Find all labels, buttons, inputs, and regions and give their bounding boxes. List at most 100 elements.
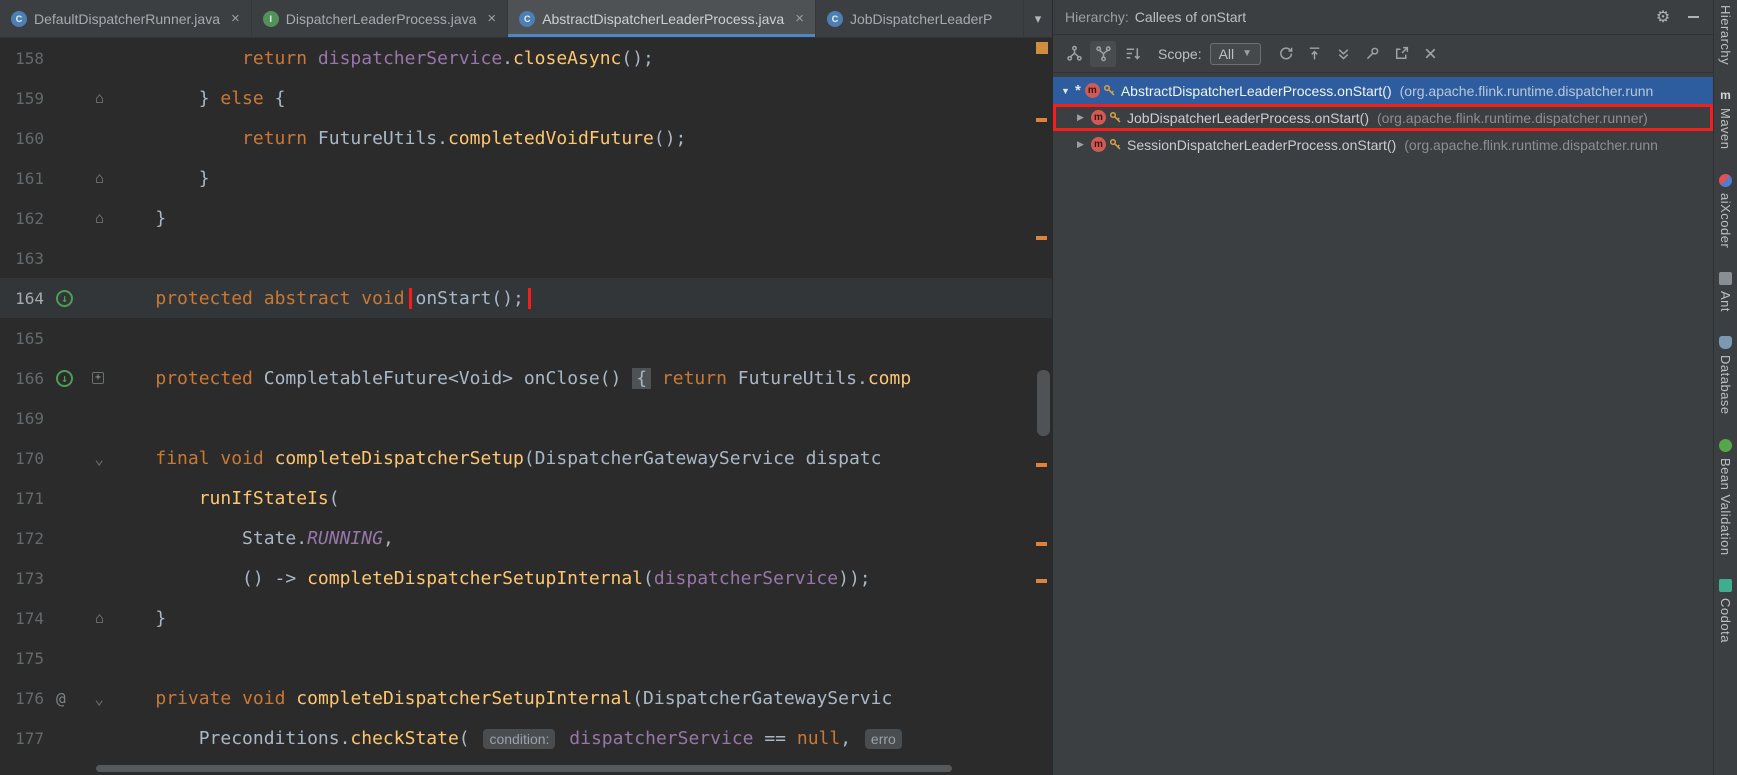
caller-hierarchy-icon[interactable] (1061, 41, 1087, 67)
line-number: 173 (15, 568, 44, 588)
editor-pane: C DefaultDispatcherRunner.java × I Dispatche… (0, 0, 1053, 775)
code-token: { (263, 87, 286, 109)
refresh-icon[interactable] (1272, 41, 1298, 67)
editor-tab[interactable]: C JobDispatcherLeaderP (816, 0, 1024, 37)
fold-end-icon[interactable]: ⌂ (95, 89, 104, 107)
code-token: . (502, 47, 513, 69)
jump-to-source-icon[interactable] (1301, 41, 1327, 67)
editor-tabbar: C DefaultDispatcherRunner.java × I Dispatche… (0, 0, 1052, 38)
caret-right-icon[interactable]: ▶ (1077, 139, 1091, 150)
implemented-marker-icon[interactable]: ↓ (56, 369, 73, 387)
horizontal-scrollbar-thumb[interactable] (96, 765, 952, 772)
code-token: abstract (263, 287, 351, 309)
code-line: 162 ⌂ } (0, 198, 1052, 238)
fold-arrow-icon[interactable]: ⌄ (94, 689, 104, 708)
pin-icon[interactable] (1359, 41, 1385, 67)
hidden-tabs-chevron-icon[interactable]: ▾ (1024, 0, 1052, 37)
code-token: ( (328, 487, 340, 509)
line-number: 163 (15, 248, 44, 268)
expand-all-icon[interactable] (1330, 41, 1356, 67)
fold-arrow-icon[interactable]: ⌄ (94, 449, 104, 468)
fold-end-icon[interactable]: ⌂ (95, 169, 104, 187)
hierarchy-panel-header: Hierarchy: Callees of onStart ⚙ (1053, 0, 1713, 35)
class-file-icon: C (826, 10, 843, 27)
code-text: Preconditions.checkState( condition: dis… (112, 728, 1052, 749)
hierarchy-tree-row[interactable]: ▼ * m AbstractDispatcherLeaderProcess.onSta… (1053, 77, 1713, 104)
code-token: } (112, 207, 167, 229)
toolwindow-button-hierarchy[interactable]: Hierarchy (1718, 5, 1733, 65)
code-token: protected (155, 287, 253, 309)
code-token: dispatcherService (569, 727, 754, 749)
code-token: FutureUtils. (726, 367, 868, 389)
code-text: } (112, 208, 1052, 229)
code-line: 171 runIfStateIs( (0, 478, 1052, 518)
horizontal-scrollbar[interactable] (0, 761, 1052, 775)
code-text: State.RUNNING, (112, 528, 1052, 549)
tree-node-package: (org.apache.flink.runtime.dispatcher.run… (1377, 109, 1648, 126)
toolwindow-button-codota[interactable]: Codota (1718, 579, 1733, 643)
fold-end-icon[interactable]: ⌂ (95, 209, 104, 227)
tab-close-icon[interactable]: × (795, 10, 804, 27)
hierarchy-tree: ▼ * m AbstractDispatcherLeaderProcess.onSta… (1053, 73, 1713, 775)
vcs-change-marker (1036, 118, 1047, 122)
vcs-change-marker (1036, 236, 1047, 240)
editor-tab[interactable]: I DispatcherLeaderProcess.java × (252, 0, 509, 37)
code-line: 158 return dispatcherService.closeAsync(… (0, 38, 1052, 78)
toolwindow-button-bean-validation[interactable]: Bean Validation (1718, 438, 1733, 556)
fold-collapsed-icon[interactable]: + (92, 372, 104, 384)
code-token: State. (112, 527, 308, 549)
sort-alphabetically-icon[interactable] (1119, 41, 1145, 67)
caret-right-icon[interactable]: ▶ (1077, 112, 1091, 123)
fold-end-icon[interactable]: ⌂ (95, 609, 104, 627)
line-number: 165 (15, 328, 44, 348)
gutter-icons: ⌂ (44, 78, 112, 118)
interface-file-icon: I (262, 10, 279, 27)
hierarchy-tree-row[interactable]: ▶ m SessionDispatcherLeaderProcess.onStart… (1053, 131, 1713, 158)
caret-down-icon[interactable]: ▼ (1061, 86, 1075, 96)
code-token: closeAsync (513, 47, 622, 69)
code-token: , (840, 727, 862, 749)
scope-dropdown[interactable]: All ▼ (1209, 42, 1262, 65)
code-text: protected CompletableFuture<Void> onClos… (112, 367, 1052, 389)
hierarchy-tree-row[interactable]: ▶ m JobDispatcherLeaderProcess.onStart() (o… (1053, 104, 1713, 131)
annotation-marker-icon: @ (56, 688, 66, 708)
gutter: 160 (0, 118, 112, 158)
toolwindow-button-ant[interactable]: Ant (1718, 271, 1733, 312)
hide-panel-icon[interactable] (1681, 5, 1705, 29)
settings-gear-icon[interactable]: ⚙ (1651, 5, 1675, 29)
line-number: 159 (15, 88, 44, 108)
line-number: 166 (15, 368, 44, 388)
gutter: 166 ↓ + (0, 358, 112, 398)
code-text: private void completeDispatcherSetupInte… (112, 688, 1052, 709)
parameter-hint-chip: condition: (483, 728, 556, 749)
gutter: 173 (0, 558, 112, 598)
analysis-status-indicator[interactable] (1036, 42, 1048, 54)
tab-close-icon[interactable]: × (231, 10, 240, 27)
toolwindow-button-label: Bean Validation (1718, 457, 1733, 556)
editor-tab[interactable]: C AbstractDispatcherLeaderProcess.java × (508, 0, 816, 37)
line-number: 176 (15, 688, 44, 708)
editor-tab[interactable]: C DefaultDispatcherRunner.java × (0, 0, 252, 37)
toolwindow-button-database[interactable]: Database (1718, 335, 1733, 415)
code-line: 173 () -> completeDispatcherSetupInterna… (0, 558, 1052, 598)
code-text: } (112, 608, 1052, 629)
editor-body[interactable]: 158 return dispatcherService.closeAsync(… (0, 38, 1052, 775)
callee-hierarchy-icon[interactable] (1090, 40, 1116, 67)
gutter-icons (44, 478, 112, 518)
toolwindow-button-aixcoder[interactable]: aiXcoder (1718, 173, 1733, 248)
implemented-marker-icon[interactable]: ↓ (56, 289, 73, 307)
tab-label: DefaultDispatcherRunner.java (34, 10, 220, 27)
code-text: return FutureUtils.completedVoidFuture()… (112, 128, 1052, 149)
code-token: dispatcherService (317, 47, 503, 69)
vertical-scrollbar-thumb[interactable] (1037, 370, 1050, 436)
export-icon[interactable] (1388, 41, 1414, 67)
close-icon[interactable] (1417, 41, 1443, 67)
tab-close-icon[interactable]: × (487, 10, 496, 27)
toolwindow-button-label: Database (1718, 354, 1733, 415)
aixcoder-icon (1719, 173, 1732, 187)
hierarchy-toolbar: Scope: All ▼ (1053, 35, 1713, 73)
toolwindow-button-maven[interactable]: m Maven (1718, 89, 1733, 150)
gutter: 171 (0, 478, 112, 518)
